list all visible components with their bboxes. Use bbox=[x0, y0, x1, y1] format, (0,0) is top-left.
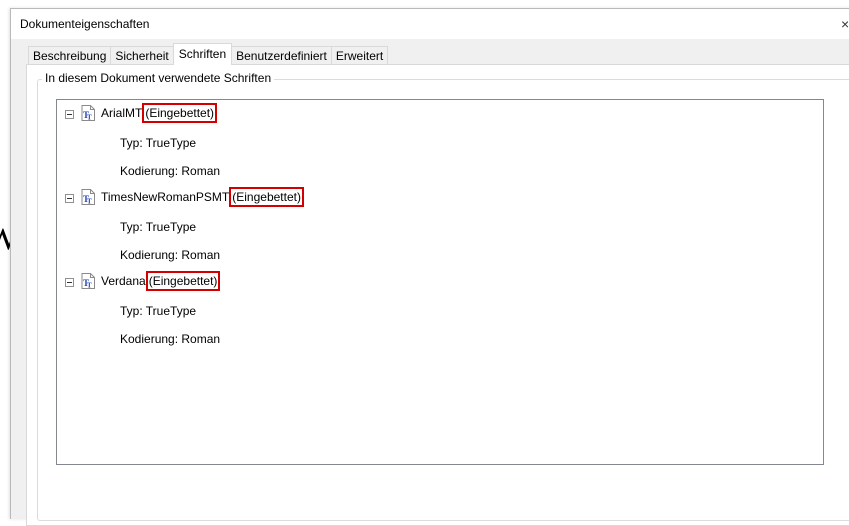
embedded-status: (Eingebettet) bbox=[229, 187, 304, 207]
svg-text:T: T bbox=[87, 198, 92, 206]
font-name: Verdana bbox=[101, 274, 146, 288]
collapse-minus-icon[interactable] bbox=[65, 278, 74, 287]
tab-schriften[interactable]: Schriften bbox=[172, 43, 233, 65]
svg-text:T: T bbox=[87, 114, 92, 122]
font-node-label: ArialMT (Eingebettet) bbox=[101, 103, 218, 126]
document-properties-dialog: Dokumenteigenschaften × Beschreibung Sic… bbox=[10, 8, 849, 526]
embedded-status: (Eingebettet) bbox=[142, 103, 218, 123]
embedded-status: (Eingebettet) bbox=[145, 271, 221, 291]
font-encoding: Kodierung: Roman bbox=[120, 248, 221, 262]
font-type: Typ: TrueType bbox=[120, 136, 197, 150]
tab-sicherheit[interactable]: Sicherheit bbox=[110, 46, 174, 65]
title-bar: Dokumenteigenschaften × bbox=[11, 9, 849, 39]
font-type: Typ: TrueType bbox=[120, 220, 197, 234]
font-name: ArialMT bbox=[101, 106, 143, 120]
font-encoding: Kodierung: Roman bbox=[120, 332, 221, 346]
svg-text:T: T bbox=[87, 282, 92, 290]
close-icon[interactable]: × bbox=[841, 13, 849, 35]
tab-beschreibung[interactable]: Beschreibung bbox=[28, 46, 112, 65]
font-type: Typ: TrueType bbox=[120, 304, 197, 318]
font-node-label: Verdana (Eingebettet) bbox=[101, 271, 221, 294]
tab-panel-schriften: In diesem Dokument verwendete Schriften … bbox=[26, 64, 849, 526]
collapse-minus-icon[interactable] bbox=[65, 194, 74, 203]
truetype-font-icon: T T bbox=[81, 273, 95, 289]
truetype-font-icon: T T bbox=[81, 105, 95, 121]
collapse-minus-icon[interactable] bbox=[65, 110, 74, 119]
font-encoding: Kodierung: Roman bbox=[120, 164, 221, 178]
truetype-font-icon: T T bbox=[81, 189, 95, 205]
dialog-title: Dokumenteigenschaften bbox=[20, 17, 150, 31]
tab-erweitert[interactable]: Erweitert bbox=[330, 46, 389, 65]
font-name: TimesNewRomanPSMT bbox=[101, 190, 230, 204]
fonts-group-legend: In diesem Dokument verwendete Schriften bbox=[42, 71, 275, 85]
dialog-client-area: Beschreibung Sicherheit Schriften Benutz… bbox=[11, 39, 849, 526]
font-node-label: TimesNewRomanPSMT (Eingebettet) bbox=[101, 187, 304, 210]
tab-strip: Beschreibung Sicherheit Schriften Benutz… bbox=[28, 43, 389, 65]
fonts-tree[interactable]: T T ArialMT (Eingebettet) Typ: TrueType K… bbox=[56, 99, 824, 465]
tab-benutzerdefiniert[interactable]: Benutzerdefiniert bbox=[231, 46, 332, 65]
